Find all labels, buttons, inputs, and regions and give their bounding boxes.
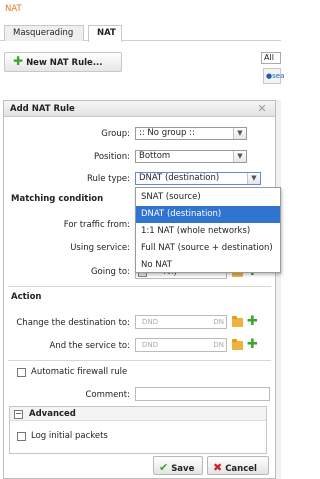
destination-suffix: DN [213,318,224,326]
new-nat-rule-label: New NAT Rule... [26,58,103,68]
search-button[interactable]: ●sea [263,68,285,84]
cross-icon: ✖ [213,461,223,474]
cancel-label: Cancel [225,464,257,474]
add-icon[interactable]: ✚ [247,338,258,351]
rule-type-label: Rule type: [86,174,130,184]
rule-type-option-no-nat[interactable]: No NAT [136,257,280,274]
destination-placeholder: DND [142,318,159,326]
comment-label: Comment: [85,390,130,400]
log-initial-packets-checkbox[interactable] [17,432,26,441]
group-label: Group: [101,129,130,139]
going-to-label: Going to: [90,267,130,277]
divider [8,286,271,287]
auto-firewall-checkbox[interactable] [17,368,26,377]
rule-type-value: DNAT (destination) [139,173,220,183]
rule-type-option-one-to-one[interactable]: 1:1 NAT (whole networks) [136,223,280,240]
dialog-title: Add NAT Rule [4,101,275,117]
traffic-from-label: For traffic from: [63,220,130,230]
service-suffix: DN [213,341,224,349]
rule-type-select[interactable]: DNAT (destination) ▼ [135,172,261,185]
tab-masquerading[interactable]: Masquerading [4,25,84,41]
tab-nat[interactable]: NAT [88,25,122,42]
rule-type-dropdown: SNAT (source) DNAT (destination) 1:1 NAT… [135,187,281,273]
advanced-title: Advanced [29,409,76,419]
matching-condition-heading: Matching condition [11,194,104,204]
close-icon[interactable]: ✕ [254,101,270,117]
comment-input[interactable] [135,387,270,401]
add-icon[interactable]: ✚ [247,315,258,328]
collapse-icon[interactable]: − [14,410,23,419]
using-service-label: Using service: [70,243,130,253]
position-select[interactable]: Bottom ▼ [135,150,247,163]
check-icon: ✔ [159,461,169,474]
chevron-down-icon: ▼ [247,173,260,184]
tab-bar: Masquerading NAT [0,25,281,42]
change-destination-label: Change the destination to: [16,318,130,328]
chevron-down-icon: ▼ [233,151,246,162]
rule-type-option-snat[interactable]: SNAT (source) [136,189,280,206]
search-button-label: sea [272,72,285,80]
save-button[interactable]: ✔ Save [153,456,203,475]
position-value: Bottom [139,151,171,161]
plus-icon: ✚ [13,54,24,68]
service-field[interactable]: DND DN [135,338,227,352]
service-placeholder: DND [142,341,159,349]
chevron-down-icon: ▼ [233,128,246,139]
auto-firewall-label: Automatic firewall rule [31,367,128,377]
cancel-button[interactable]: ✖ Cancel [207,456,269,475]
background-panel [276,100,281,479]
divider [8,360,271,361]
rule-type-option-dnat[interactable]: DNAT (destination) [136,206,280,223]
app-title: NAT [5,4,22,14]
destination-field[interactable]: DND DN [135,315,227,329]
filter-select[interactable]: All [261,52,281,64]
rule-type-option-full-nat[interactable]: Full NAT (source + destination) [136,240,280,257]
action-heading: Action [11,292,42,302]
group-select[interactable]: :: No group :: ▼ [135,127,247,140]
folder-icon[interactable] [232,339,243,350]
folder-icon[interactable] [232,316,243,327]
save-label: Save [171,464,195,474]
service-to-label: And the service to: [49,341,131,351]
group-value: :: No group :: [139,128,195,138]
log-initial-packets-label: Log initial packets [31,431,108,441]
new-nat-rule-button[interactable]: ✚ New NAT Rule... [4,52,122,72]
position-label: Position: [94,152,130,162]
